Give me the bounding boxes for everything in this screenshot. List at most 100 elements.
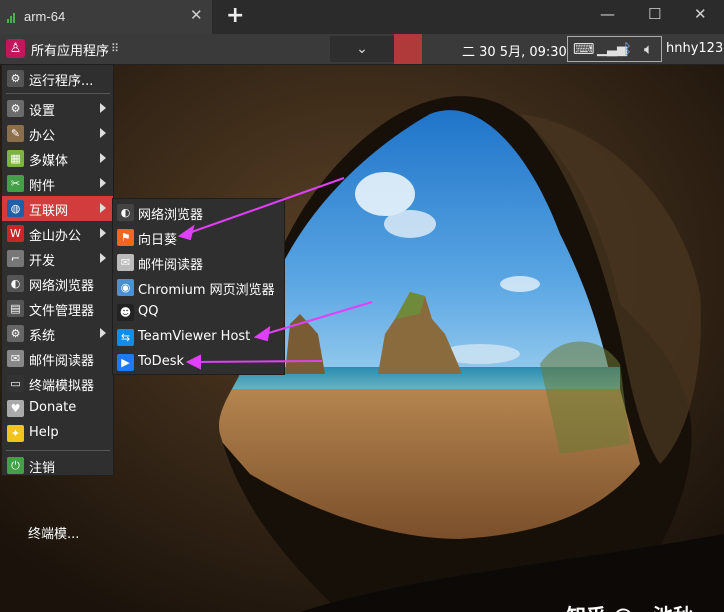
menu-item-label: 金山办公 xyxy=(29,229,82,244)
menu-item-donate[interactable]: ♥ Donate xyxy=(2,396,113,421)
menu-item-label: 运行程序... xyxy=(29,74,94,89)
submenu-item-teamviewer[interactable]: ⇆ TeamViewer Host xyxy=(113,325,284,350)
keyboard-icon[interactable]: ⌨ xyxy=(573,40,595,58)
accessories-icon: ✂ xyxy=(7,175,24,192)
menu-item-accessories[interactable]: ✂ 附件 xyxy=(2,171,113,196)
app-menu-logo-icon: ♙ xyxy=(6,39,25,58)
chromium-icon: ◉ xyxy=(117,279,134,296)
menu-item-label: Donate xyxy=(29,400,77,415)
sunflower-icon: ⚑ xyxy=(117,229,134,246)
menu-item-label: 附件 xyxy=(29,179,56,194)
donate-icon: ♥ xyxy=(7,400,24,417)
menu-item-multimedia[interactable]: ▦ 多媒体 xyxy=(2,146,113,171)
teamviewer-icon: ⇆ xyxy=(117,329,134,346)
submenu-item-web-browser[interactable]: ◐ 网络浏览器 xyxy=(113,200,284,225)
submenu-item-label: QQ xyxy=(138,304,159,319)
menu-item-label: 注销 xyxy=(29,461,56,476)
menu-item-label: 设置 xyxy=(29,104,56,119)
username[interactable]: hnhy123 xyxy=(666,41,723,56)
submenu-arrow-icon xyxy=(100,153,106,163)
internet-icon: ◍ xyxy=(7,200,24,217)
new-tab-button[interactable]: + xyxy=(226,3,244,28)
logout-icon: ⏻ xyxy=(7,457,24,474)
web-browser-icon: ◐ xyxy=(117,204,134,221)
menu-item-label: 互联网 xyxy=(29,204,69,219)
todesk-icon: ▶ xyxy=(117,354,134,371)
all-apps-label: 所有应用程序 xyxy=(31,44,110,59)
panel-dropdown-button[interactable]: ⌄ xyxy=(330,36,394,62)
wps-icon: W xyxy=(7,225,24,242)
volume-icon[interactable]: 🔈︎ xyxy=(644,40,653,58)
file-manager-icon: ▤ xyxy=(7,300,24,317)
submenu-arrow-icon xyxy=(100,178,106,188)
office-icon: ✎ xyxy=(7,125,24,142)
submenu-item-qq-penguin[interactable]: ☻ QQ xyxy=(113,300,284,325)
system-icon: ⚙ xyxy=(7,325,24,342)
bluetooth-icon[interactable]: ᛒ xyxy=(623,40,632,58)
menu-item-gear-run[interactable]: ⚙ 运行程序... xyxy=(2,66,113,91)
menu-item-system[interactable]: ⚙ 系统 xyxy=(2,321,113,346)
menu-item-label: 多媒体 xyxy=(29,154,69,169)
settings-icon: ⚙ xyxy=(7,100,24,117)
qq-penguin-icon: ☻ xyxy=(117,304,134,321)
all-apps-button[interactable]: ♙ 所有应用程序 xyxy=(2,34,112,64)
chevron-down-icon: ⌄ xyxy=(356,41,368,57)
close-window-icon[interactable]: ✕ xyxy=(694,5,707,23)
menu-item-terminal[interactable]: ▭ 终端模拟器 xyxy=(2,371,113,396)
menu-item-office[interactable]: ✎ 办公 xyxy=(2,121,113,146)
menu-item-label: 文件管理器 xyxy=(29,304,95,319)
tab-arm64[interactable]: arm-64 ✕ xyxy=(0,0,212,34)
submenu-item-chromium[interactable]: ◉ Chromium 网页浏览器 xyxy=(113,275,284,300)
help-icon: ✦ xyxy=(7,425,24,442)
menu-item-development[interactable]: ⌐ 开发 xyxy=(2,246,113,271)
browser-tabbar: arm-64 ✕ + — ☐ ✕ xyxy=(0,0,724,34)
submenu-arrow-icon xyxy=(100,228,106,238)
submenu-item-sunflower[interactable]: ⚑ 向日葵 xyxy=(113,225,284,250)
submenu-item-label: Chromium 网页浏览器 xyxy=(138,283,275,298)
panel-red-indicator xyxy=(394,34,422,64)
menu-item-web-browser[interactable]: ◐ 网络浏览器 xyxy=(2,271,113,296)
menu-item-logout[interactable]: ⏻ 注销 xyxy=(2,453,113,478)
menu-item-mail[interactable]: ✉ 邮件阅读器 xyxy=(2,346,113,371)
menu-item-help[interactable]: ✦ Help xyxy=(2,421,113,446)
maximize-icon[interactable]: ☐ xyxy=(648,5,661,23)
submenu-item-todesk[interactable]: ▶ ToDesk xyxy=(113,350,284,375)
submenu-item-label: TeamViewer Host xyxy=(138,329,251,344)
minimize-icon[interactable]: — xyxy=(600,5,615,23)
gear-run-icon: ⚙ xyxy=(7,70,24,87)
mail-icon: ✉ xyxy=(117,254,134,271)
submenu-item-label: 邮件阅读器 xyxy=(138,258,204,273)
system-tray: ⌨ ▁▃▅ ᛒ 🔈︎ xyxy=(567,36,662,62)
submenu-item-mail[interactable]: ✉ 邮件阅读器 xyxy=(113,250,284,275)
menu-item-label: 开发 xyxy=(29,254,56,269)
tab-title: arm-64 xyxy=(24,9,66,24)
submenu-arrow-icon xyxy=(100,103,106,113)
menu-item-label: 办公 xyxy=(29,129,56,144)
menu-item-wps[interactable]: W 金山办公 xyxy=(2,221,113,246)
submenu-arrow-icon xyxy=(100,128,106,138)
menu-item-internet[interactable]: ◍ 互联网 xyxy=(2,196,113,221)
submenu-arrow-icon xyxy=(100,328,106,338)
submenu-item-label: ToDesk xyxy=(138,354,184,369)
menu-item-label: 网络浏览器 xyxy=(29,279,95,294)
tab-close-icon[interactable]: ✕ xyxy=(190,6,203,24)
submenu-item-label: 向日葵 xyxy=(138,233,178,248)
submenu-arrow-icon xyxy=(100,203,106,213)
top-panel: ♙ 所有应用程序 ⠿ ⌄ 二 30 5月, 09:30 ⌨ ▁▃▅ ᛒ 🔈︎ h… xyxy=(0,34,724,65)
menu-item-settings[interactable]: ⚙ 设置 xyxy=(2,96,113,121)
watermark: 知乎 @一池秋 xyxy=(566,600,693,612)
web-browser-icon: ◐ xyxy=(7,275,24,292)
menu-item-label: 终端模拟器 xyxy=(29,379,95,394)
panel-handle-icon: ⠿ xyxy=(111,42,120,55)
menu-item-label: 邮件阅读器 xyxy=(29,354,95,369)
menu-separator xyxy=(6,450,110,451)
menu-item-label: 系统 xyxy=(29,329,56,344)
clock[interactable]: 二 30 5月, 09:30 xyxy=(462,41,567,60)
menu-item-file-manager[interactable]: ▤ 文件管理器 xyxy=(2,296,113,321)
desktop-icon-label-terminal[interactable]: 终端模... xyxy=(28,523,79,542)
internet-submenu: ◐ 网络浏览器 ⚑ 向日葵 ✉ 邮件阅读器 ◉ Chromium 网页浏览器 ☻ QQ ⇆ TeamV… xyxy=(112,198,285,375)
development-icon: ⌐ xyxy=(7,250,24,267)
terminal-icon: ▭ xyxy=(7,375,24,392)
menu-separator xyxy=(6,93,110,94)
submenu-arrow-icon xyxy=(100,253,106,263)
